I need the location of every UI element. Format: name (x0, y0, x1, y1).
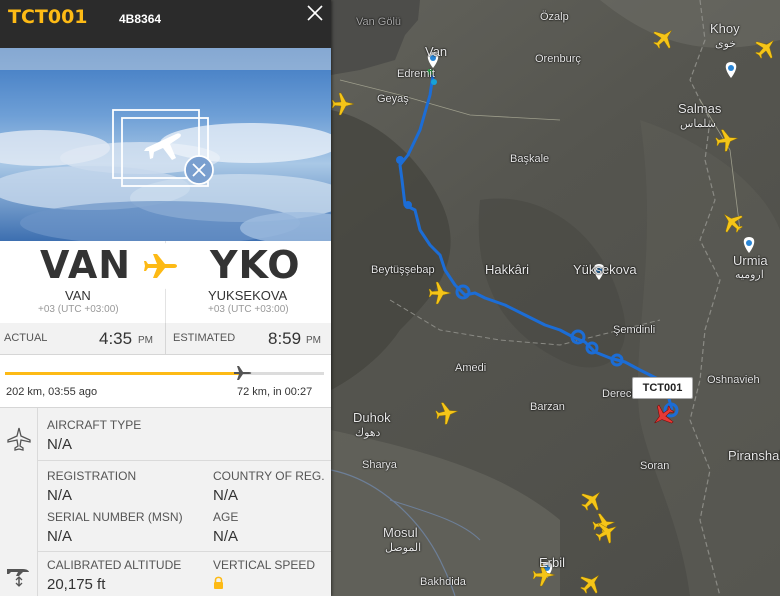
destination-city: YUKSEKOVA (208, 288, 288, 303)
map-label: Barzan (530, 401, 565, 413)
map-label: Van (425, 44, 448, 59)
map-label: Sharya (362, 459, 397, 471)
map-label: Mosul (383, 525, 418, 540)
map-label: Beytüşşebap (371, 264, 435, 276)
map-label: Soran (640, 460, 670, 472)
map-label: Duhok (353, 410, 391, 425)
map-label: Urmia (733, 253, 768, 268)
map-label: Van Gölü (356, 16, 402, 28)
registration-label: REGISTRATION (47, 469, 137, 483)
map-label: Amedi (455, 362, 487, 374)
estimated-time-ampm: PM (306, 335, 321, 346)
map-label: Başkale (510, 153, 550, 165)
estimated-time-label: ESTIMATED (173, 332, 236, 344)
vertical-speed-label: VERTICAL SPEED (213, 558, 316, 572)
map-label: دهوك (355, 427, 381, 439)
landing-gear-icon (7, 569, 29, 587)
origin-timezone: +03 (UTC +03:00) (38, 304, 119, 315)
map-label: خوی (715, 38, 737, 50)
map-label: Salmas (678, 101, 722, 116)
origin-code[interactable]: VAN (40, 243, 131, 287)
flight-callsign: TCT001 (8, 6, 88, 28)
age-value: N/A (213, 528, 239, 545)
map-label: Khoy (710, 21, 740, 36)
lock-icon[interactable] (213, 576, 224, 589)
estimated-time-value: 8:59 (268, 329, 302, 348)
distance-remaining: 72 km, in 00:27 (237, 386, 313, 398)
map-label: Oshnavieh (707, 374, 760, 386)
times-section: ACTUAL 4:35 PM ESTIMATED 8:59 PM (0, 323, 331, 355)
msn-label: SERIAL NUMBER (MSN) (47, 510, 183, 524)
map-label: Hakkâri (485, 262, 530, 277)
distance-flown: 202 km, 03:55 ago (6, 386, 98, 398)
map-label: الموصل (385, 542, 422, 554)
progress-fill (5, 372, 241, 375)
aircraft-type-value: N/A (47, 436, 73, 453)
destination-code[interactable]: YKO (210, 243, 301, 287)
altitude-value: 20,175 ft (47, 576, 106, 593)
details-icon-column (0, 408, 38, 596)
airplane-icon (144, 254, 177, 278)
map-label: Bakhdida (420, 576, 466, 588)
flight-info-panel: TCT001 4B8364 VAN VAN +03 (UTC +03:00) Y… (0, 0, 331, 596)
registration-value: N/A (47, 487, 73, 504)
destination-timezone: +03 (UTC +03:00) (208, 304, 289, 315)
country-value: N/A (213, 487, 239, 504)
actual-time-label: ACTUAL (4, 332, 48, 344)
plane-side-icon (7, 427, 31, 451)
map-label: Edremit (397, 68, 435, 80)
aircraft-type-label: AIRCRAFT TYPE (47, 418, 142, 432)
map-label: Piranshahr (728, 448, 780, 463)
panel-header: TCT001 4B8364 (0, 0, 331, 48)
aircraft-photo-placeholder (0, 48, 331, 241)
age-label: AGE (213, 510, 239, 524)
actual-time-ampm: PM (138, 335, 153, 346)
aircraft-hex-id: 4B8364 (119, 12, 162, 26)
map-label: سلماس (680, 118, 716, 130)
map-label: Yüksekova (573, 262, 637, 277)
map-label: ارومیه (735, 269, 764, 281)
actual-time-value: 4:35 (99, 329, 133, 348)
msn-value: N/A (47, 528, 73, 545)
altitude-label: CALIBRATED ALTITUDE (47, 558, 182, 572)
route-plane-badge (140, 243, 186, 289)
selected-flight-label[interactable]: TCT001 (632, 377, 693, 399)
map-label: Özalp (540, 11, 569, 23)
origin-city: VAN (65, 288, 91, 303)
airplane-icon (234, 366, 252, 380)
country-label: COUNTRY OF REG. (213, 469, 325, 483)
flight-progress: 202 km, 03:55 ago 72 km, in 00:27 (0, 355, 331, 408)
map-label: Erbil (539, 555, 566, 570)
map-label: Orenburç (535, 53, 581, 65)
close-icon[interactable] (303, 1, 327, 25)
map-label: Şemdinli (613, 324, 656, 336)
aircraft-details: AIRCRAFT TYPE N/A REGISTRATION N/A COUNT… (0, 408, 331, 596)
map-label: Geyaş (377, 93, 409, 105)
